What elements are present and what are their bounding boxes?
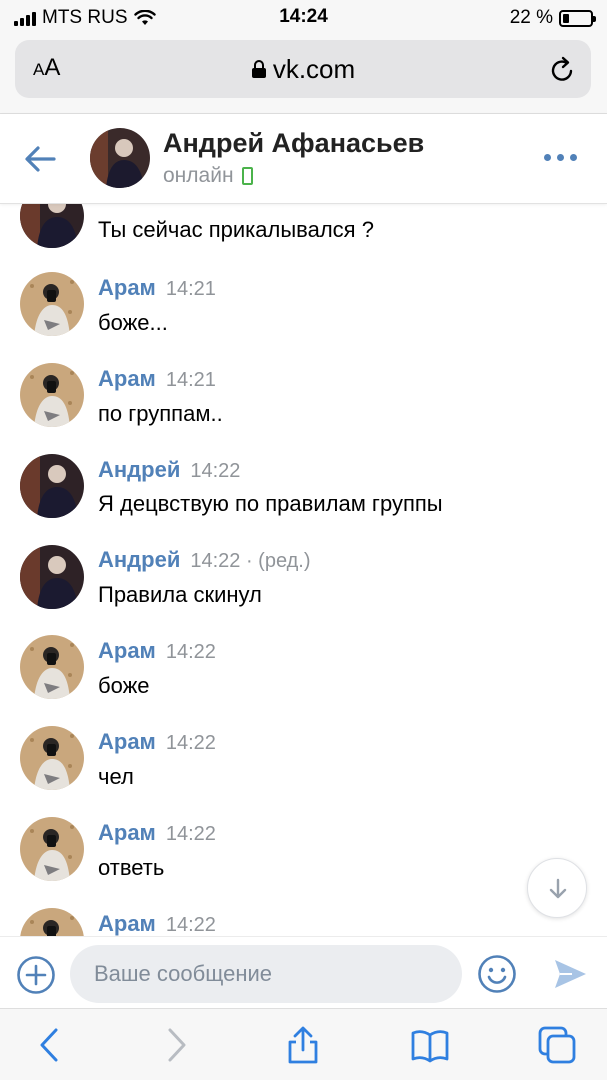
message-item: Арам 14:21 по группам..: [0, 362, 607, 442]
scroll-down-button[interactable]: [527, 858, 587, 918]
bookmarks-icon[interactable]: [410, 1025, 450, 1065]
message-author[interactable]: Арам 14:22: [98, 638, 216, 664]
message-item: Андрей 14:22 Я децвствую по правилам груп…: [0, 453, 607, 533]
author-avatar[interactable]: [20, 908, 84, 936]
message-input[interactable]: [70, 945, 462, 1003]
battery-percent: 22 %: [509, 7, 553, 28]
message-author[interactable]: Андрей 14:22 · (ред.): [98, 547, 311, 573]
message-time: 14:21: [165, 278, 216, 300]
author-avatar[interactable]: [20, 272, 84, 336]
author-avatar[interactable]: [20, 204, 84, 248]
author-avatar[interactable]: [20, 454, 84, 518]
back-arrow-icon[interactable]: [22, 142, 58, 176]
browser-address-area: AA vk.com: [0, 36, 607, 114]
message-text: чел: [98, 764, 134, 789]
message-time: 14:22: [165, 641, 216, 663]
message-time: 14:22 · (ред.): [190, 550, 311, 572]
url-display[interactable]: vk.com: [15, 54, 591, 85]
message-text: Правила скинул: [98, 582, 262, 607]
message-author[interactable]: Андрей 14:22: [98, 457, 240, 483]
chat-header: Андрей Афанасьев онлайн: [0, 114, 607, 204]
status-right: 22 %: [509, 7, 596, 29]
status-bar: MTS RUS 14:24 22 %: [0, 0, 607, 36]
message-time: 14:22: [165, 823, 216, 845]
message-item: Андрей 14:22 · (ред.) Правила скинул: [0, 544, 607, 624]
message-list[interactable]: Ты сейчас прикалывался ? Арам 14:21 боже.…: [0, 204, 607, 936]
reload-icon[interactable]: [549, 54, 577, 84]
message-time: 14:22: [165, 914, 216, 936]
browser-toolbar: [0, 1008, 607, 1080]
message-composer: [0, 936, 607, 1008]
message-item: Ты сейчас прикалывался ?: [0, 204, 607, 248]
message-text: Ты сейчас прикалывался ?: [98, 217, 374, 242]
lock-icon: [251, 60, 266, 78]
message-author[interactable]: Арам 14:22: [98, 911, 216, 936]
message-item: Арам 14:22: [0, 906, 607, 936]
more-dots-icon[interactable]: [544, 154, 577, 161]
battery-icon: [559, 9, 596, 27]
url-text: vk.com: [272, 54, 356, 84]
message-text: ответь: [98, 855, 165, 880]
message-text: боже: [98, 673, 150, 698]
author-avatar[interactable]: [20, 363, 84, 427]
browser-back-icon[interactable]: [30, 1025, 70, 1065]
plus-circle-icon[interactable]: [16, 955, 56, 995]
author-avatar[interactable]: [20, 545, 84, 609]
arrow-down-icon: [549, 878, 567, 899]
chat-status: онлайн: [163, 164, 253, 188]
message-time: 14:22: [190, 460, 241, 482]
message-author[interactable]: Арам 14:21: [98, 275, 216, 301]
author-avatar[interactable]: [20, 635, 84, 699]
smile-icon[interactable]: [477, 954, 517, 994]
message-item: Арам 14:21 боже...: [0, 272, 607, 352]
message-author[interactable]: Арам 14:22: [98, 820, 216, 846]
message-text: Я децвствую по правилам группы: [98, 491, 443, 516]
browser-forward-icon[interactable]: [156, 1025, 196, 1065]
chat-avatar[interactable]: [90, 128, 150, 188]
address-bar[interactable]: AA vk.com: [15, 40, 591, 98]
tabs-icon[interactable]: [537, 1025, 577, 1065]
message-author[interactable]: Арам 14:22: [98, 729, 216, 755]
message-text: по группам..: [98, 401, 223, 426]
message-item: Арам 14:22 чел: [0, 725, 607, 805]
message-item: Арам 14:22 ответь: [0, 815, 607, 895]
send-icon[interactable]: [552, 957, 588, 991]
message-author[interactable]: Арам 14:21: [98, 366, 216, 392]
author-avatar[interactable]: [20, 817, 84, 881]
message-time: 14:21: [165, 369, 216, 391]
message-item: Арам 14:22 боже: [0, 634, 607, 714]
author-avatar[interactable]: [20, 726, 84, 790]
battery-fill: [563, 13, 569, 23]
chat-title[interactable]: Андрей Афанасьев: [163, 128, 424, 159]
message-text: боже...: [98, 310, 168, 335]
share-icon[interactable]: [283, 1025, 323, 1065]
online-status-text: онлайн: [163, 164, 234, 187]
message-time: 14:22: [165, 732, 216, 754]
mobile-online-icon: [241, 167, 253, 185]
